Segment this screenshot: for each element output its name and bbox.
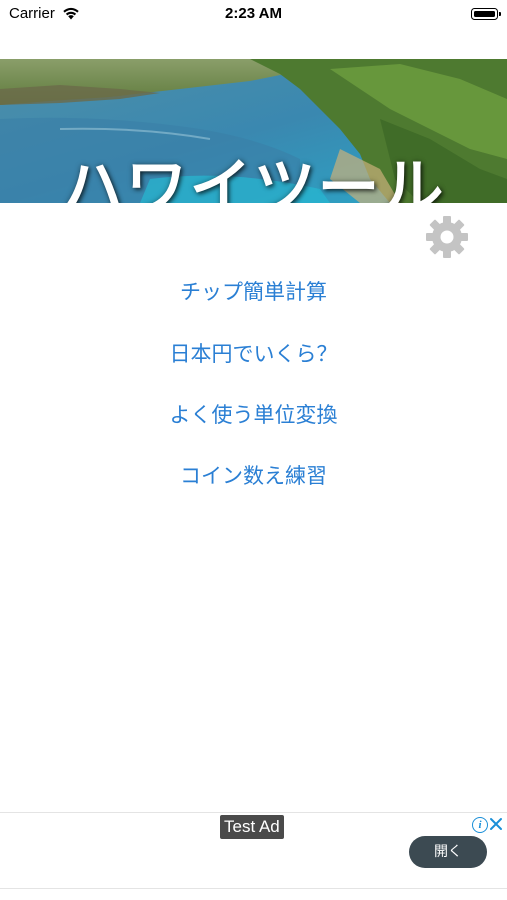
- info-icon[interactable]: i: [472, 817, 488, 833]
- ad-open-button[interactable]: 開く: [409, 836, 487, 868]
- close-icon[interactable]: [489, 817, 503, 831]
- menu-item-yen-converter[interactable]: 日本円でいくら？: [0, 338, 507, 368]
- menu-item-tip-calculator[interactable]: チップ簡単計算: [0, 276, 507, 306]
- clock: 2:23 AM: [225, 5, 282, 22]
- status-bar: Carrier 2:23 AM: [0, 0, 507, 30]
- header-banner: ハワイツール: [0, 59, 507, 203]
- ad-label: Test Ad: [220, 815, 284, 839]
- banner-title: ハワイツール: [61, 151, 446, 203]
- gear-icon[interactable]: [425, 215, 469, 259]
- menu-item-unit-conversion[interactable]: よく使う単位変換: [0, 399, 507, 429]
- battery-icon: [471, 8, 498, 20]
- menu-item-coin-practice[interactable]: コイン数え練習: [0, 460, 507, 490]
- ad-banner[interactable]: Test Ad i 開く: [0, 812, 507, 889]
